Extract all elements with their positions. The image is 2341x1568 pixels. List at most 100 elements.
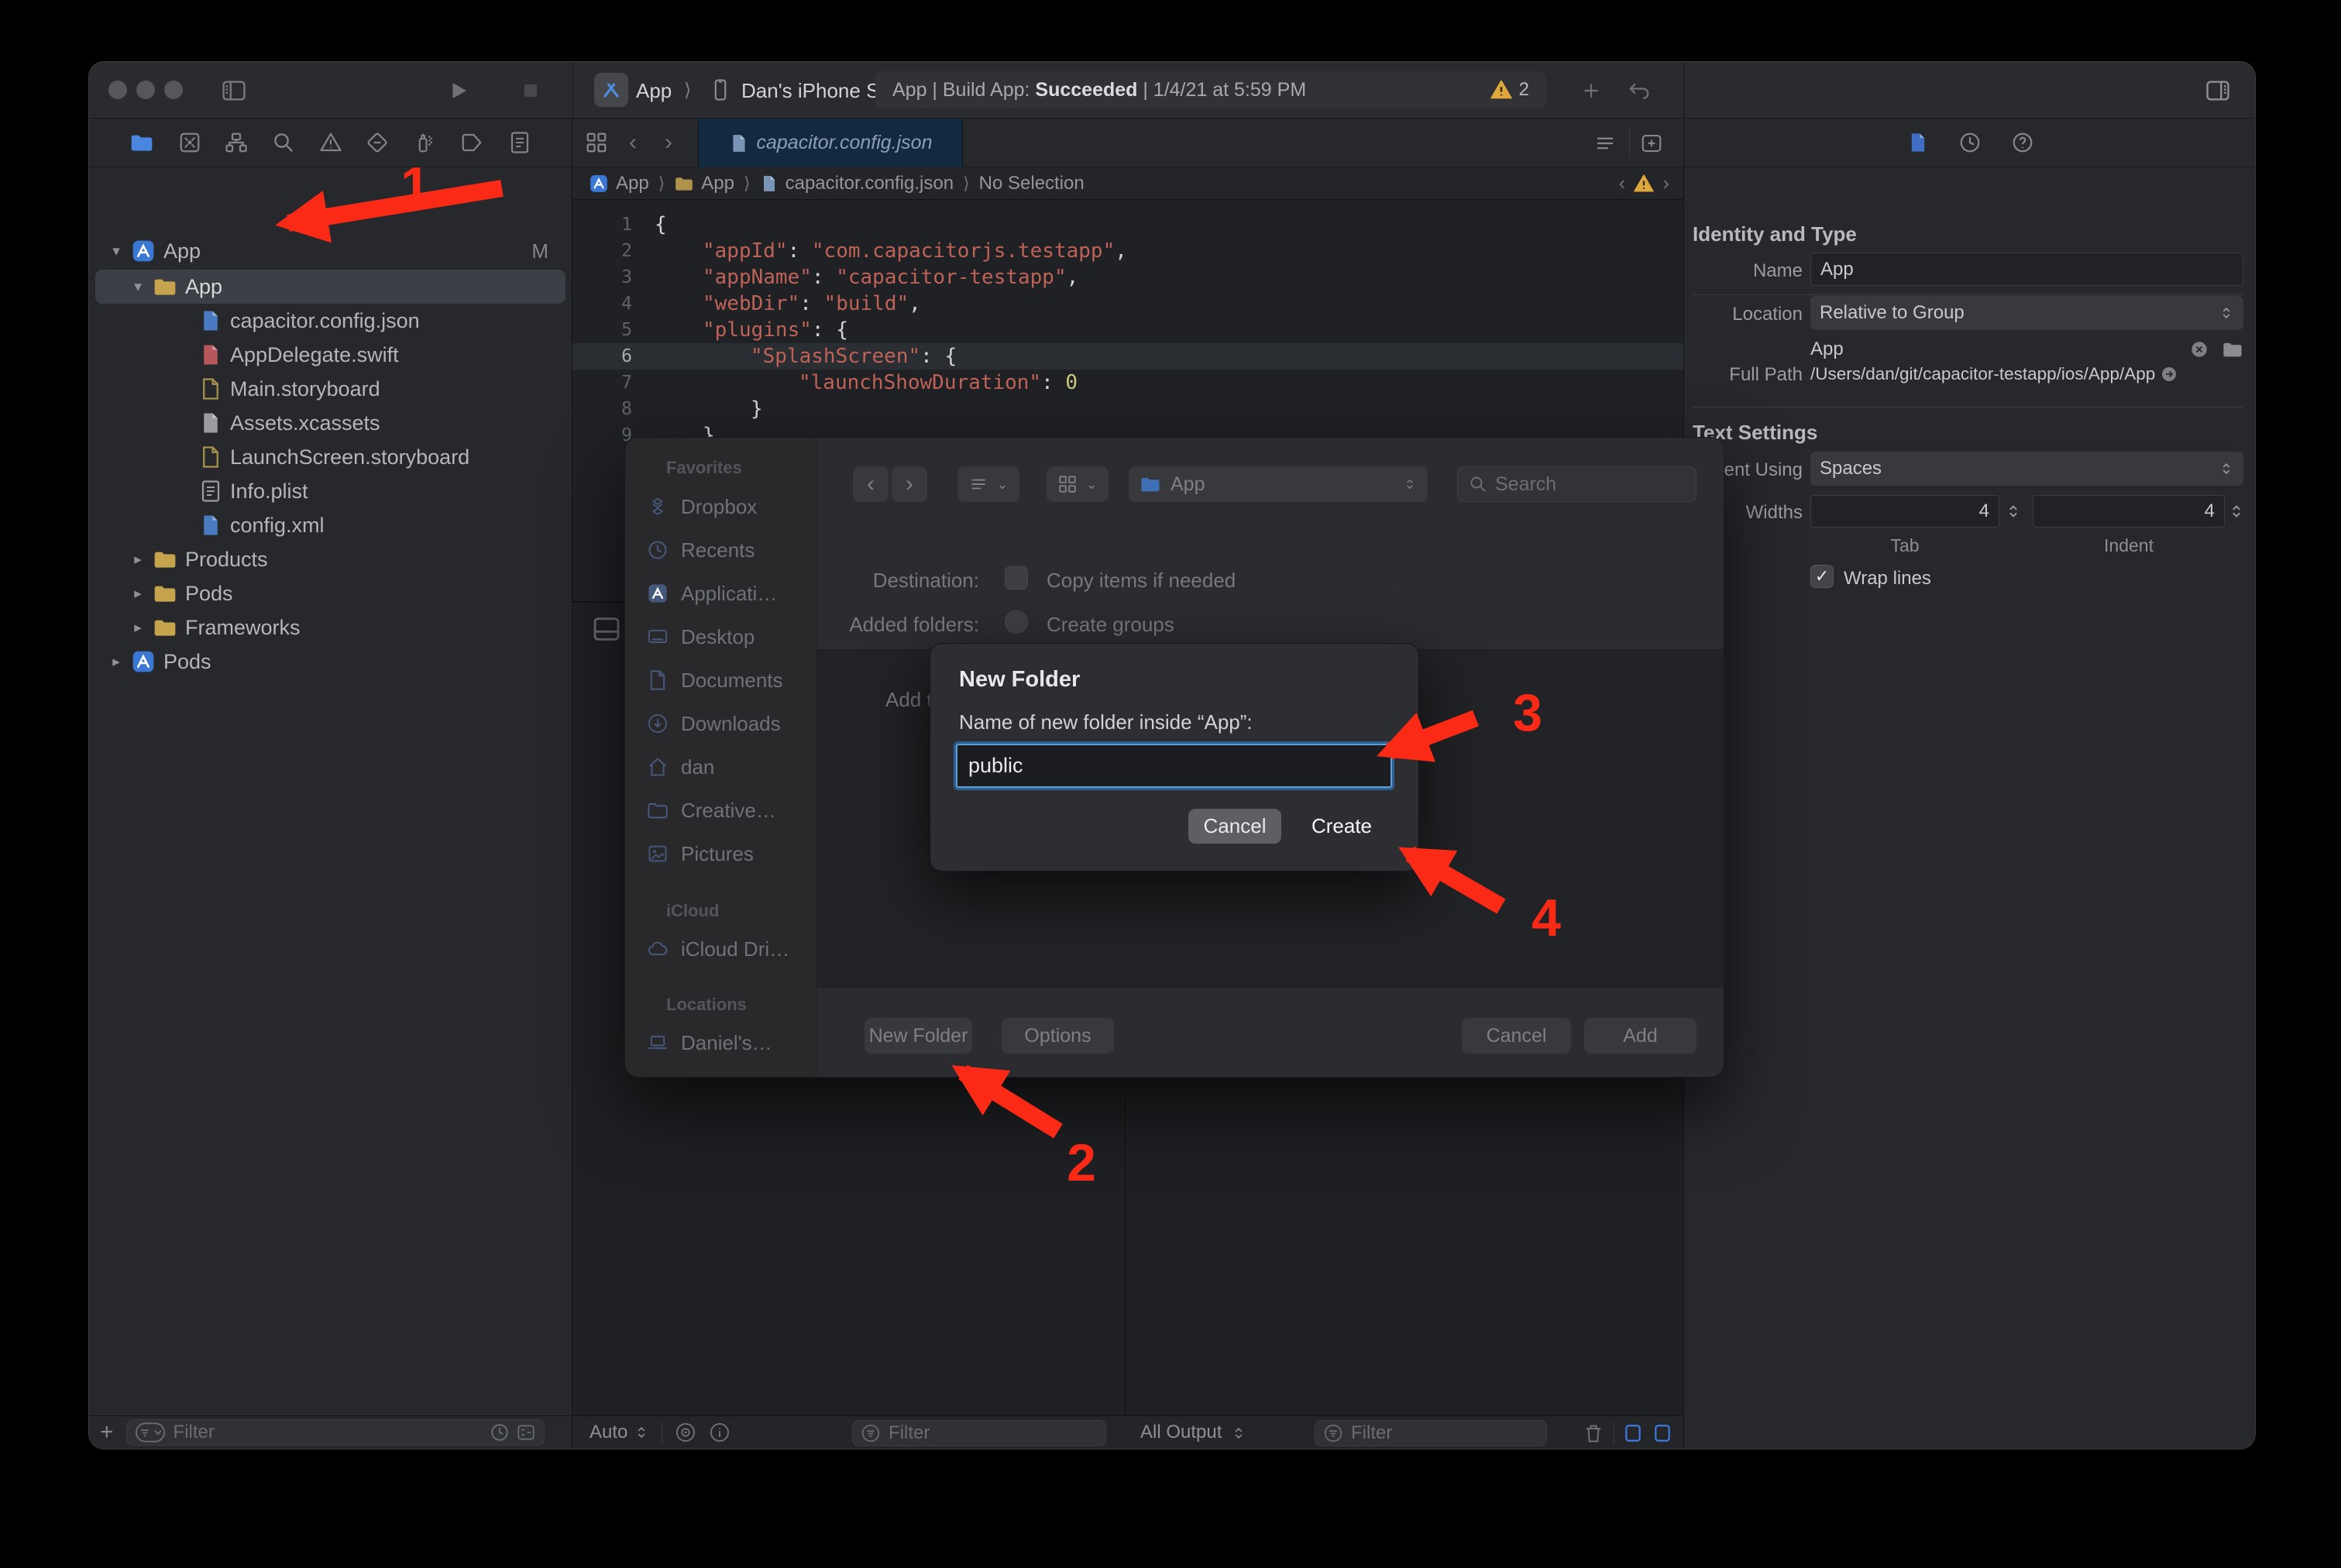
wrap-lines-checkbox[interactable]: ✓ bbox=[1810, 565, 1834, 588]
sidebar-item-documents[interactable]: Documents bbox=[647, 662, 810, 699]
disclosure-closed-icon[interactable]: ▸ bbox=[126, 619, 150, 637]
indent-using-dropdown[interactable]: Spaces bbox=[1810, 452, 2243, 486]
sidebar-item-icloud-drive[interactable]: iCloud Dri… bbox=[647, 930, 810, 968]
choose-folder-icon[interactable] bbox=[2222, 339, 2243, 360]
dialog-create-button[interactable]: Create bbox=[1296, 809, 1387, 844]
tree-row-project-app[interactable]: ▾ App M bbox=[95, 234, 565, 268]
warning-icon[interactable] bbox=[1633, 173, 1655, 194]
code-line[interactable]: 4"webDir": "build", bbox=[572, 291, 1683, 317]
sheet-options-button[interactable]: Options bbox=[1002, 1018, 1114, 1054]
indent-width-stepper[interactable] bbox=[2228, 498, 2245, 524]
warning-icon[interactable] bbox=[1490, 78, 1513, 101]
clear-console-icon[interactable] bbox=[1583, 1422, 1604, 1444]
sheet-add-button[interactable]: Add bbox=[1584, 1018, 1696, 1054]
run-destination[interactable]: Dan's iPhone SE bbox=[741, 79, 893, 103]
tree-row-file[interactable]: Main.storyboard bbox=[95, 372, 565, 406]
recent-files-filter-icon[interactable] bbox=[490, 1422, 510, 1442]
variables-view-scope[interactable]: Auto bbox=[590, 1422, 627, 1443]
code-line-current[interactable]: 6"SplashScreen": { bbox=[572, 343, 1683, 370]
adjust-editor-options-icon[interactable] bbox=[1593, 132, 1617, 155]
list-view-button[interactable]: ⌄ bbox=[957, 466, 1019, 502]
print-description-icon[interactable] bbox=[709, 1422, 730, 1443]
next-issue-icon[interactable]: › bbox=[1662, 171, 1669, 195]
history-inspector-icon[interactable] bbox=[1958, 131, 1982, 154]
tree-row-file[interactable]: config.xml bbox=[95, 508, 565, 542]
sidebar-item-downloads[interactable]: Downloads bbox=[647, 705, 810, 742]
tree-row-project-pods[interactable]: ▸ Pods bbox=[95, 645, 565, 679]
disclosure-closed-icon[interactable]: ▸ bbox=[126, 551, 150, 569]
tree-row-group-pods[interactable]: ▸ Pods bbox=[95, 576, 565, 610]
file-inspector-icon[interactable] bbox=[1907, 131, 1929, 154]
code-line[interactable]: 1{ bbox=[572, 211, 1683, 238]
tree-row-file[interactable]: Info.plist bbox=[95, 474, 565, 508]
tree-row-folder-app-selected[interactable]: ▾ App bbox=[95, 270, 565, 304]
console-output-scope[interactable]: All Output bbox=[1140, 1422, 1222, 1443]
navigator-filter-field[interactable]: Filter bbox=[126, 1419, 545, 1446]
forward-icon[interactable]: › bbox=[665, 129, 672, 156]
source-control-navigator-icon[interactable] bbox=[178, 131, 201, 154]
library-plus-icon[interactable] bbox=[1581, 81, 1601, 101]
copy-items-checkbox[interactable] bbox=[1005, 566, 1028, 590]
code-line[interactable]: 7"launchShowDuration": 0 bbox=[572, 370, 1683, 396]
add-editor-icon[interactable] bbox=[1640, 132, 1663, 155]
code-line[interactable]: 3"appName": "capacitor-testapp", bbox=[572, 264, 1683, 291]
sidebar-item-daniels-mac[interactable]: Daniel's… bbox=[647, 1024, 810, 1061]
crumb-file[interactable]: capacitor.config.json bbox=[785, 173, 954, 194]
scheme-name[interactable]: App bbox=[636, 79, 672, 103]
sidebar-item-desktop[interactable]: Desktop bbox=[647, 618, 810, 655]
column-view-button[interactable]: ⌄ bbox=[1047, 466, 1109, 502]
close-window-button[interactable] bbox=[108, 81, 127, 99]
issue-navigator-icon[interactable] bbox=[319, 131, 342, 154]
sheet-forward-button[interactable]: › bbox=[892, 466, 927, 502]
create-groups-radio[interactable] bbox=[1005, 610, 1028, 634]
quicklook-icon[interactable] bbox=[675, 1422, 696, 1443]
sheet-new-folder-button[interactable]: New Folder bbox=[865, 1018, 972, 1054]
crumb-project[interactable]: App bbox=[616, 173, 649, 194]
run-button[interactable] bbox=[447, 79, 470, 102]
sidebar-item-recents[interactable]: Recents bbox=[647, 531, 810, 569]
reveal-path-icon[interactable] bbox=[2160, 365, 2178, 383]
help-inspector-icon[interactable] bbox=[2011, 131, 2034, 154]
crumb-group[interactable]: App bbox=[701, 173, 734, 194]
tree-row-group-frameworks[interactable]: ▸ Frameworks bbox=[95, 610, 565, 645]
symbol-navigator-icon[interactable] bbox=[225, 131, 248, 154]
disclosure-closed-icon[interactable]: ▸ bbox=[105, 653, 128, 671]
folder-name-input[interactable] bbox=[956, 744, 1392, 788]
show-console-icon[interactable] bbox=[1652, 1422, 1672, 1444]
sheet-back-button[interactable]: ‹ bbox=[853, 466, 889, 502]
active-scheme-icon[interactable] bbox=[594, 73, 628, 107]
toggle-inspector-icon[interactable] bbox=[2205, 77, 2231, 104]
warning-count[interactable]: 2 bbox=[1519, 79, 1529, 101]
zoom-window-button[interactable] bbox=[164, 81, 183, 99]
tree-row-file[interactable]: LaunchScreen.storyboard bbox=[95, 440, 565, 474]
minimize-window-button[interactable] bbox=[136, 81, 155, 99]
show-variables-view-icon[interactable] bbox=[1623, 1422, 1643, 1444]
test-navigator-icon[interactable] bbox=[366, 131, 389, 154]
code-line[interactable]: 8} bbox=[572, 396, 1683, 422]
tree-row-file[interactable]: capacitor.config.json bbox=[95, 304, 565, 338]
sidebar-item-creative[interactable]: Creative… bbox=[647, 792, 810, 829]
code-review-icon[interactable] bbox=[1626, 79, 1652, 102]
prev-issue-icon[interactable]: ‹ bbox=[1619, 171, 1626, 195]
debug-navigator-icon[interactable] bbox=[413, 131, 436, 154]
tab-capacitor-config[interactable]: capacitor.config.json bbox=[698, 119, 963, 167]
breakpoint-navigator-icon[interactable] bbox=[459, 131, 484, 154]
tree-row-file[interactable]: Assets.xcassets bbox=[95, 406, 565, 440]
activity-view[interactable]: App | Build App: Succeeded | 1/4/21 at 5… bbox=[875, 71, 1546, 108]
related-items-icon[interactable] bbox=[585, 131, 608, 154]
sidebar-item-dropbox[interactable]: Dropbox bbox=[647, 488, 810, 525]
reset-location-icon[interactable] bbox=[2189, 339, 2209, 359]
indent-width-field[interactable]: 4 bbox=[2033, 495, 2225, 528]
report-navigator-icon[interactable] bbox=[508, 131, 531, 154]
tree-row-file[interactable]: AppDelegate.swift bbox=[95, 338, 565, 372]
folder-select-dropdown[interactable]: App bbox=[1129, 466, 1428, 502]
debug-area-layout-icon[interactable] bbox=[590, 614, 624, 645]
console-filter-field[interactable]: Filter bbox=[1315, 1420, 1547, 1446]
sheet-cancel-button[interactable]: Cancel bbox=[1462, 1018, 1571, 1054]
tree-row-group-products[interactable]: ▸ Products bbox=[95, 542, 565, 576]
project-navigator-icon[interactable] bbox=[129, 130, 154, 155]
dialog-cancel-button[interactable]: Cancel bbox=[1188, 809, 1281, 844]
variables-filter-field[interactable]: Filter bbox=[852, 1420, 1106, 1446]
add-file-button[interactable]: + bbox=[100, 1421, 114, 1444]
sheet-search-field[interactable]: Search bbox=[1457, 466, 1696, 502]
